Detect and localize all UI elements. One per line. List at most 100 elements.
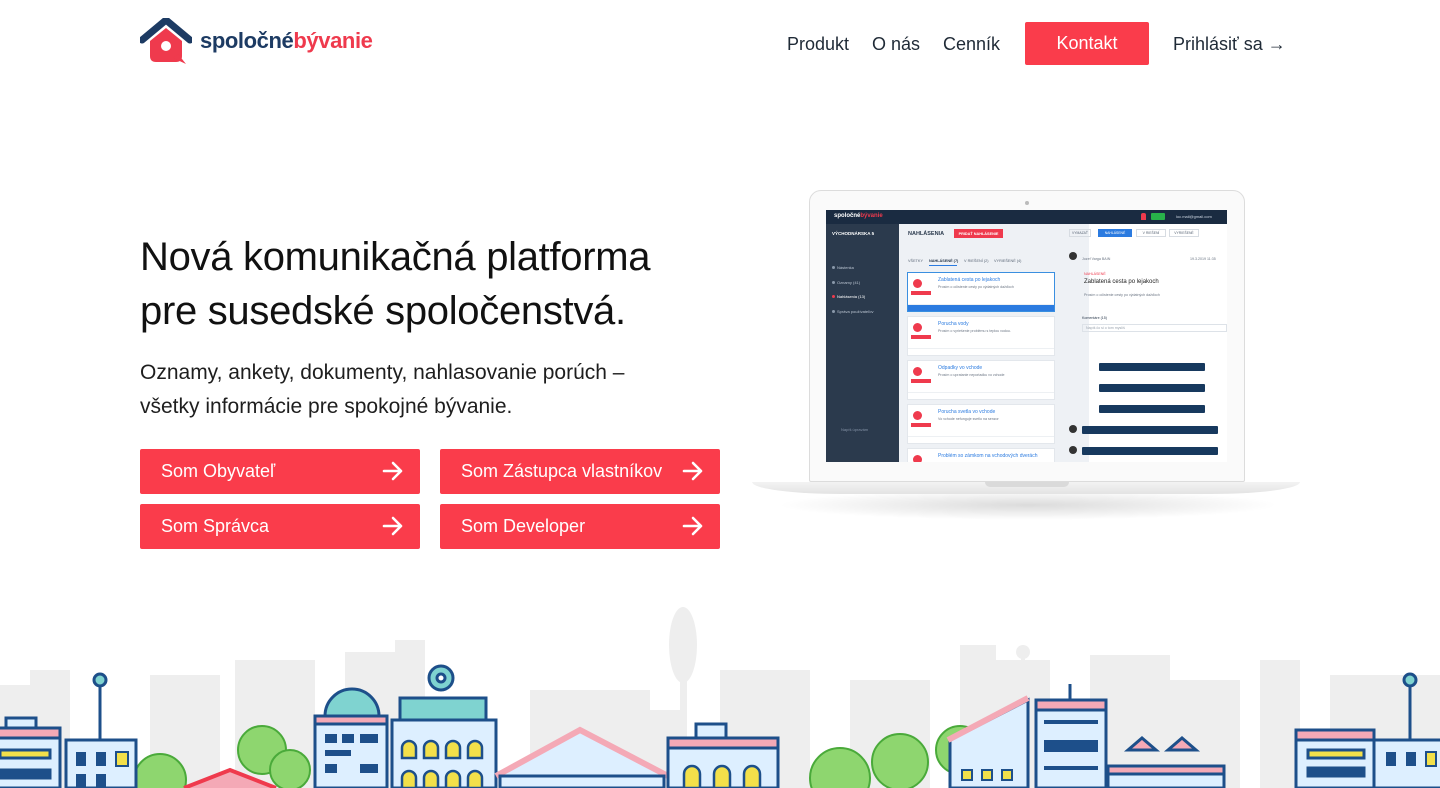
users-icon	[832, 310, 835, 313]
owners-representative-button-label: Som Zástupca vlastníkov	[461, 461, 663, 481]
announcements-icon	[832, 281, 835, 284]
app-report-card: Problém so zámkom na vchodových dverách	[907, 448, 1055, 462]
app-nav-item: Nástenka	[837, 265, 854, 270]
avatar	[1069, 252, 1077, 260]
nav-produkt[interactable]: Produkt	[787, 34, 849, 55]
app-report-card: Porucha svetla vo vchode Vo vchode nefun…	[907, 404, 1055, 444]
app-detail-action: NAHLÁSENÉ	[1098, 229, 1132, 237]
app-tab: V RIEŠENÍ (2)	[964, 259, 989, 263]
owners-representative-button[interactable]: Som Zástupca vlastníkov	[440, 449, 720, 494]
hero-subtitle-line2: všetky informácie pre spokojné bývanie.	[140, 395, 513, 418]
app-nav-item: Správa používateľov	[837, 309, 874, 314]
app-detail-action: V RIEŠENÍ	[1136, 229, 1166, 237]
developer-button-label: Som Developer	[461, 516, 586, 536]
report-title: Odpadky vo vchode	[938, 365, 983, 371]
app-detail-status: NAHLÁSENÉ	[1084, 272, 1106, 276]
arrow-right-icon	[682, 461, 703, 481]
site-header: spoločnébývanie Produkt O nás Cenník Kon…	[0, 0, 1440, 88]
report-icon	[913, 367, 922, 376]
avatar	[1069, 425, 1077, 433]
app-detail-action: VYMAZAŤ	[1069, 229, 1091, 237]
chat-bubble	[1099, 384, 1205, 392]
app-detail-title: Zablatená cesta po lejakoch	[1084, 279, 1159, 285]
app-building-name: VÝCHODNÁRSKA 5	[832, 231, 875, 236]
app-detail-text: Prosím o očistenie cesty po výdatných da…	[1084, 293, 1160, 297]
report-text: Prosím o vyriešenie problému s teplou vo…	[938, 329, 1011, 333]
app-detail-author: Jozef Varga BAIN	[1082, 257, 1111, 261]
arrow-right-icon	[682, 516, 703, 536]
city-illustration	[0, 607, 1440, 788]
report-footer	[908, 436, 1054, 443]
report-badge	[911, 335, 931, 339]
chat-bubble	[1082, 426, 1218, 434]
app-comment-placeholder: Napíš čo si o tom myslíš	[1086, 326, 1125, 330]
resident-button[interactable]: Som Obyvateľ	[140, 449, 420, 494]
app-nav-item: Nahlásenia (13)	[837, 294, 866, 299]
app-detail-action: VYRIEŠENÉ	[1169, 229, 1199, 237]
report-footer	[908, 392, 1054, 399]
hero-title-line2: pre susedské spoločenstvá.	[140, 289, 626, 333]
app-tab: VYRIEŠENÉ (4)	[994, 259, 1022, 263]
laptop-shadow	[776, 490, 1280, 520]
report-icon	[913, 411, 922, 420]
nav-o-nas[interactable]: O nás	[872, 34, 920, 55]
report-title: Problém so zámkom na vchodových dverách	[938, 453, 1038, 459]
arrow-right-icon	[382, 516, 403, 536]
app-tab: VŠETKY	[908, 259, 923, 263]
report-icon	[913, 455, 922, 462]
status-badge	[1151, 213, 1165, 220]
laptop-camera	[1025, 201, 1029, 205]
laptop-notch	[985, 482, 1069, 487]
app-user-email: loc.mail@gmail.com	[1176, 214, 1212, 219]
bell-icon	[1141, 213, 1146, 220]
manager-button-label: Som Správca	[161, 516, 270, 536]
app-screenshot: spoločnébývanie loc.mail@gmail.com VÝCHO…	[826, 210, 1227, 462]
logo-wordmark: spoločnébývanie	[200, 28, 373, 53]
logo[interactable]: spoločnébývanie	[140, 18, 373, 64]
report-icon	[913, 323, 922, 332]
report-footer	[908, 304, 1054, 311]
chat-bubble	[1099, 405, 1205, 413]
nav-cennik[interactable]: Cenník	[943, 34, 1000, 55]
app-report-card: Zablatená cesta po lejakoch Prosím o oči…	[907, 272, 1055, 312]
contact-button[interactable]: Kontakt	[1025, 22, 1149, 65]
manager-button[interactable]: Som Správca	[140, 504, 420, 549]
dashboard-icon	[832, 266, 835, 269]
house-logo-icon	[140, 18, 192, 64]
developer-button[interactable]: Som Developer	[440, 504, 720, 549]
report-icon	[913, 279, 922, 288]
chat-bubble	[1082, 447, 1218, 455]
app-new-report-button: PRIDAŤ NAHLÁSENIE	[954, 229, 1003, 238]
report-badge	[911, 423, 931, 427]
app-tab-indicator	[929, 265, 957, 266]
report-badge	[911, 379, 931, 383]
report-text: Vo vchode nefunguje svetlo na senzor	[938, 417, 999, 421]
app-sidebar-footer: Napíš úpravám	[841, 427, 869, 432]
hero-subtitle: Oznamy, ankety, dokumenty, nahlasovanie …	[140, 356, 720, 424]
report-title: Porucha vody	[938, 321, 969, 327]
app-comments-label: Komentáre (15)	[1082, 316, 1107, 320]
avatar	[1069, 446, 1077, 454]
report-footer	[908, 348, 1054, 355]
arrow-right-icon	[382, 461, 403, 481]
resident-button-label: Som Obyvateľ	[161, 461, 276, 481]
report-badge	[911, 291, 931, 295]
chat-bubble	[1099, 363, 1205, 371]
app-report-card: Porucha vody Prosím o vyriešenie problém…	[907, 316, 1055, 356]
app-topbar	[826, 210, 1227, 224]
hero-title-line1: Nová komunikačná platforma	[140, 235, 651, 279]
app-section-title: NAHLÁSENIA	[908, 231, 945, 237]
report-text: Prosím o očistenie cesty po výdatných da…	[938, 285, 1014, 289]
report-text: Prosím o upratanie neporiadku vo vchode	[938, 373, 1005, 377]
report-title: Zablatená cesta po lejakoch	[938, 277, 1001, 283]
reports-icon	[832, 295, 835, 298]
app-nav-item: Oznamy (41)	[837, 280, 861, 285]
app-tab: NAHLÁSENÉ (7)	[929, 259, 959, 263]
app-report-card: Odpadky vo vchode Prosím o upratanie nep…	[907, 360, 1055, 400]
app-brand: spoločnébývanie	[834, 213, 883, 219]
report-title: Porucha svetla vo vchode	[938, 409, 996, 415]
hero-title: Nová komunikačná platforma pre susedské …	[140, 230, 760, 338]
app-detail-date: 19.3.2019 11:35	[1190, 257, 1216, 261]
login-link[interactable]: Prihlásiť sa →	[1173, 34, 1286, 55]
hero-subtitle-line1: Oznamy, ankety, dokumenty, nahlasovanie …	[140, 361, 625, 384]
